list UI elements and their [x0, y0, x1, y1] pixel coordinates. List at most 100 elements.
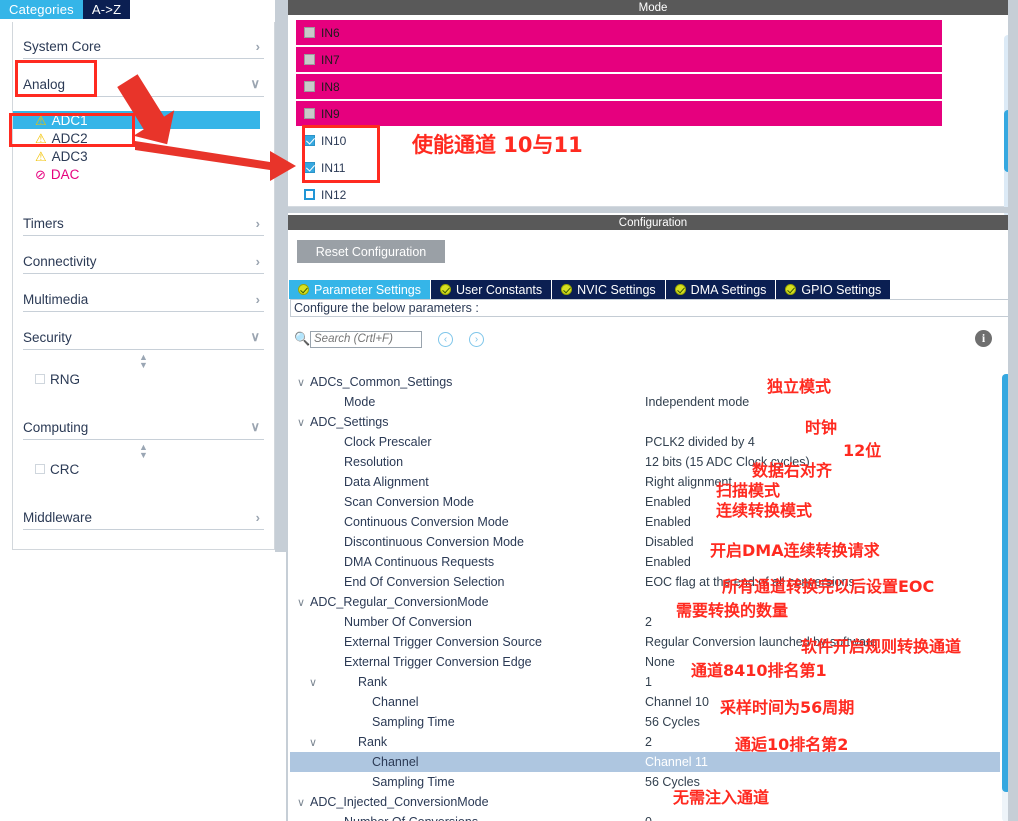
category-system-core[interactable]: System Core › [23, 34, 264, 59]
tree-row-continuous-conversion-mode[interactable]: Continuous Conversion Mode Enabled [290, 512, 1000, 532]
sidebar-item-label: CRC [50, 461, 80, 477]
channel-row-in7[interactable]: IN7 [296, 47, 942, 72]
chevron-down-icon[interactable]: ∨ [294, 416, 308, 429]
scroll-updown-icon[interactable]: ▲ ▼ [13, 440, 274, 460]
tree-row-channel-rank2[interactable]: Channel Channel 11 [290, 752, 1000, 772]
ann-12bit: 12位 [843, 441, 882, 460]
search-row: 🔍 ‹ › [290, 327, 1016, 351]
category-security[interactable]: Security ∨ [23, 325, 264, 350]
tree-row-channel-rank1[interactable]: Channel Channel 10 [290, 692, 1000, 712]
prohibited-icon: ⊘ [35, 166, 46, 182]
channel-label: IN7 [321, 52, 340, 67]
checkbox-icon[interactable] [304, 27, 315, 38]
tab-dma-settings[interactable]: DMA Settings [665, 280, 777, 299]
tree-row-label: Channel [372, 755, 419, 769]
tree-row-mode[interactable]: Mode Independent mode [290, 392, 1000, 412]
reset-configuration-button[interactable]: Reset Configuration [297, 240, 445, 263]
tree-row-clock-prescaler[interactable]: Clock Prescaler PCLK2 divided by 4 [290, 432, 1000, 452]
tree-group-adc-settings[interactable]: ∨ ADC_Settings [290, 412, 1000, 432]
ann-cont-mode: 连续转换模式 [716, 501, 813, 520]
channel-row-in8[interactable]: IN8 [296, 74, 942, 99]
previous-button[interactable]: ‹ [438, 331, 453, 347]
tab-label: Parameter Settings [314, 282, 421, 297]
checkbox-icon[interactable] [304, 81, 315, 92]
tree-row-label: DMA Continuous Requests [344, 555, 495, 569]
tab-a-to-z[interactable]: A->Z [82, 0, 131, 19]
chevron-down-icon[interactable]: ∨ [294, 796, 308, 809]
category-label: Timers [23, 215, 64, 231]
search-input[interactable] [310, 330, 422, 348]
checkbox-icon [35, 464, 45, 474]
next-button[interactable]: › [469, 331, 484, 347]
tab-categories[interactable]: Categories [0, 0, 83, 19]
channel-row-in11[interactable]: IN11 [296, 155, 996, 180]
channel-label: IN9 [321, 106, 340, 121]
channel-row-in10[interactable]: IN10 [296, 128, 996, 153]
check-circle-icon [440, 284, 451, 295]
chevron-down-icon[interactable]: ∨ [294, 596, 308, 609]
sidebar-item-adc3[interactable]: ⚠ ADC3 [13, 147, 274, 165]
category-timers[interactable]: Timers › [23, 211, 264, 236]
tree-row-resolution[interactable]: Resolution 12 bits (15 ADC Clock cycles) [290, 452, 1000, 472]
tree-row-label: ADCs_Common_Settings [310, 375, 453, 389]
left-panel-tabbar: Categories A->Z [0, 0, 131, 19]
sidebar-item-rng[interactable]: RNG [13, 370, 274, 388]
category-connectivity[interactable]: Connectivity › [23, 249, 264, 274]
chevron-right-icon: › [255, 253, 260, 269]
panel-gap [288, 207, 1018, 213]
sidebar-item-dac[interactable]: ⊘ DAC [13, 165, 274, 183]
tree-group-adcs-common-settings[interactable]: ∨ ADCs_Common_Settings [290, 372, 1000, 392]
tree-row-label: Mode [344, 395, 376, 409]
tree-row-value: Independent mode [645, 395, 750, 409]
category-computing[interactable]: Computing ∨ [23, 415, 264, 440]
ann-num-conv: 需要转换的数量 [676, 601, 789, 620]
ann-rank1: 通道8410排名第1 [691, 661, 827, 680]
tree-row-label: Channel [372, 695, 419, 709]
tab-gpio-settings[interactable]: GPIO Settings [776, 280, 892, 299]
chevron-down-icon[interactable]: ∨ [294, 376, 308, 389]
checkbox-icon[interactable] [304, 108, 315, 119]
tree-row-discontinuous-conversion-mode[interactable]: Discontinuous Conversion Mode Disabled [290, 532, 1000, 552]
tree-group-adc-injected-conversionmode[interactable]: ∨ ADC_Injected_ConversionMode [290, 792, 1000, 812]
tree-row-scan-conversion-mode[interactable]: Scan Conversion Mode Enabled [290, 492, 1000, 512]
tree-row-data-alignment[interactable]: Data Alignment Right alignment [290, 472, 1000, 492]
ann-rank2: 通逅10排名第2 [735, 735, 849, 754]
tab-nvic-settings[interactable]: NVIC Settings [552, 280, 666, 299]
info-icon[interactable]: i [975, 330, 992, 347]
chevron-down-icon[interactable]: ∨ [306, 736, 320, 749]
tree-group-rank-2[interactable]: ∨ Rank 2 [290, 732, 1000, 752]
tree-group-rank-1[interactable]: ∨ Rank 1 [290, 672, 1000, 692]
ann-dma-req: 开启DMA连续转换请求 [710, 541, 880, 560]
tree-row-label: Resolution [344, 455, 404, 469]
checkbox-icon[interactable] [304, 54, 315, 65]
check-circle-icon [785, 284, 797, 295]
ann-enable-ch: 使能通道 10与11 [412, 133, 583, 157]
channel-list: IN6 IN7 IN8 IN9 IN10 IN11 IN12 [296, 20, 996, 209]
tree-row-number-of-conversion[interactable]: Number Of Conversion 2 [290, 612, 1000, 632]
sidebar-item-crc[interactable]: CRC [13, 460, 274, 478]
channel-label: IN6 [321, 25, 340, 40]
tab-label: GPIO Settings [801, 282, 882, 297]
category-middleware[interactable]: Middleware › [23, 505, 264, 530]
channel-row-in6[interactable]: IN6 [296, 20, 942, 45]
tree-row-dma-continuous-requests[interactable]: DMA Continuous Requests Enabled [290, 552, 1000, 572]
tree-row-value: 0 [645, 815, 652, 821]
chevron-down-icon[interactable]: ∨ [306, 676, 320, 689]
tree-row-sampling-time-rank1[interactable]: Sampling Time 56 Cycles [290, 712, 1000, 732]
configuration-tabbar: Parameter Settings User Constants NVIC S… [289, 280, 892, 299]
tree-row-label: Data Alignment [344, 475, 429, 489]
tab-user-constants[interactable]: User Constants [431, 280, 553, 299]
mode-panel-title: Mode [288, 0, 1018, 15]
tree-row-number-of-conversions-injected[interactable]: Number Of Conversions 0 [290, 812, 1000, 821]
scroll-updown-icon[interactable]: ▲ ▼ [13, 350, 274, 370]
category-label: Middleware [23, 509, 93, 525]
channel-row-in12[interactable]: IN12 [296, 182, 996, 207]
tree-row-label: ADC_Regular_ConversionMode [310, 595, 489, 609]
channel-row-in9[interactable]: IN9 [296, 101, 942, 126]
checkbox-icon[interactable] [304, 189, 315, 200]
tab-parameter-settings[interactable]: Parameter Settings [289, 280, 431, 299]
scroll-updown-icon[interactable]: ▲ ▼ [13, 97, 274, 117]
tree-row-sampling-time-rank2[interactable]: Sampling Time 56 Cycles [290, 772, 1000, 792]
category-multimedia[interactable]: Multimedia › [23, 287, 264, 312]
highlight-box-in10-in11 [302, 125, 380, 183]
